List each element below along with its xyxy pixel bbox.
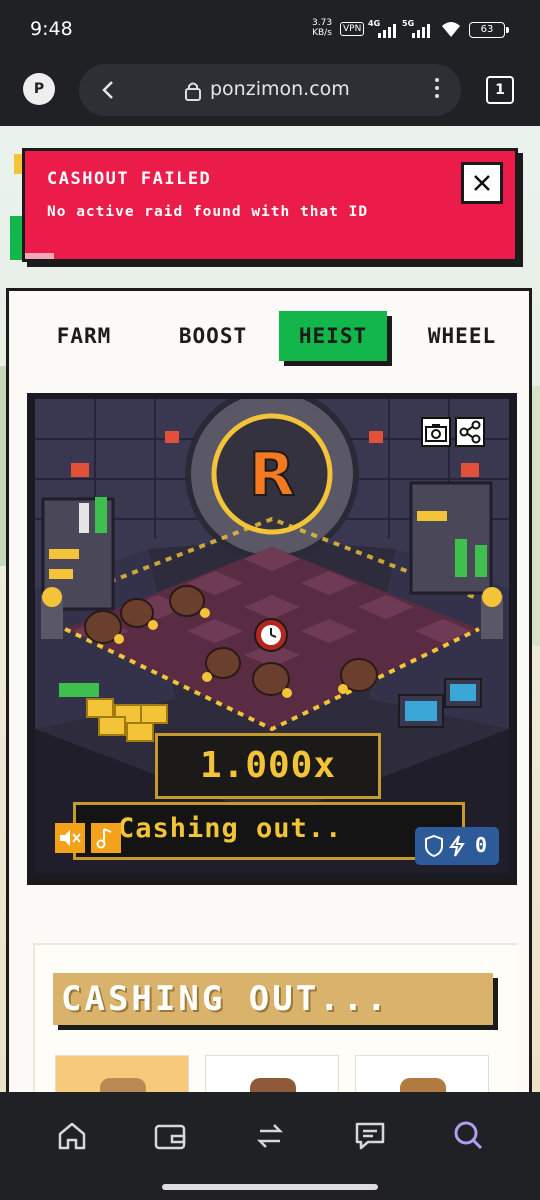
search-button[interactable] <box>448 1116 488 1156</box>
share-icon <box>459 420 481 444</box>
error-toast: CASHOUT FAILED No active raid found with… <box>22 148 518 262</box>
web-page: FARM BOOST HEIST WHEEL R 1.000x Cashing … <box>0 126 540 1092</box>
loot-bag-icon <box>250 1078 296 1092</box>
tab-wheel[interactable]: WHEEL <box>409 311 515 361</box>
signal-icon-2 <box>410 22 432 38</box>
vpn-badge: VPN <box>340 22 365 36</box>
more-icon[interactable] <box>427 76 447 100</box>
camera-icon <box>425 424 447 442</box>
system-status-bar: 9:48 3.73 KB/s VPN 4G 5G 63 <box>0 0 540 58</box>
screenshot-button[interactable] <box>421 417 451 447</box>
gesture-home-indicator <box>162 1184 378 1190</box>
network-speed-value: 3.73 <box>312 18 333 28</box>
chat-button[interactable] <box>350 1116 390 1156</box>
toast-progress-bar <box>25 253 55 259</box>
multiplier-display: 1.000x <box>155 733 381 799</box>
tab-boost[interactable]: BOOST <box>157 311 269 361</box>
loot-slot[interactable] <box>55 1055 189 1092</box>
swap-button[interactable] <box>250 1116 290 1156</box>
back-icon[interactable] <box>97 78 119 102</box>
toast-title: CASHOUT FAILED <box>47 169 212 189</box>
tab-farm[interactable]: FARM <box>39 311 129 361</box>
loot-bag-icon <box>100 1078 146 1092</box>
network-speed: 3.73 KB/s <box>312 18 332 38</box>
home-icon <box>58 1122 86 1150</box>
loot-slot[interactable] <box>355 1055 489 1092</box>
loot-slot[interactable] <box>205 1055 339 1092</box>
music-button[interactable] <box>91 823 121 853</box>
bolt-icon <box>449 835 465 857</box>
cashout-banner: CASHING OUT... <box>53 973 493 1025</box>
lock-icon <box>185 82 201 101</box>
loot-bag-icon <box>400 1078 446 1092</box>
heist-panel: FARM BOOST HEIST WHEEL R 1.000x Cashing … <box>6 288 532 1092</box>
toast-message: No active raid found with that ID <box>47 204 369 220</box>
status-time: 9:48 <box>30 18 73 40</box>
toast-close-button[interactable] <box>461 162 503 204</box>
mute-button[interactable] <box>55 823 85 853</box>
raid-status-strip: Cashing out.. <box>73 802 465 860</box>
heist-game-view: R 1.000x Cashing out.. 0 <box>27 393 517 885</box>
url-text: ponzimon.com <box>210 78 350 100</box>
wallet-button[interactable] <box>150 1116 190 1156</box>
mute-icon <box>60 830 81 846</box>
wallet-icon <box>154 1124 186 1150</box>
music-icon <box>96 828 112 849</box>
vault-letter: R <box>249 440 295 510</box>
shield-icon <box>425 834 443 858</box>
profile-avatar[interactable]: P <box>23 73 55 105</box>
raid-status-text: Cashing out.. <box>118 813 343 844</box>
swap-icon <box>256 1124 284 1148</box>
signal-icon-1 <box>376 22 398 38</box>
network-speed-unit: KB/s <box>312 28 332 38</box>
cashout-panel: CASHING OUT... <box>33 943 517 1092</box>
tab-switcher-button[interactable]: 1 <box>486 76 514 104</box>
shield-boost-badge[interactable]: 0 <box>415 827 499 865</box>
tab-heist[interactable]: HEIST <box>279 311 387 361</box>
game-mode-tabs: FARM BOOST HEIST WHEEL <box>39 311 519 367</box>
vault-scene[interactable]: R 1.000x Cashing out.. 0 <box>35 399 509 873</box>
wifi-icon <box>442 22 460 37</box>
shield-count: 0 <box>475 833 488 857</box>
chat-icon <box>355 1122 385 1150</box>
share-button[interactable] <box>455 417 485 447</box>
battery-indicator: 63 <box>469 22 509 38</box>
browser-toolbar: P ponzimon.com 1 <box>0 58 540 126</box>
search-icon <box>454 1121 483 1150</box>
close-icon <box>474 175 490 191</box>
home-button[interactable] <box>52 1116 92 1156</box>
address-bar[interactable]: ponzimon.com <box>79 64 461 116</box>
